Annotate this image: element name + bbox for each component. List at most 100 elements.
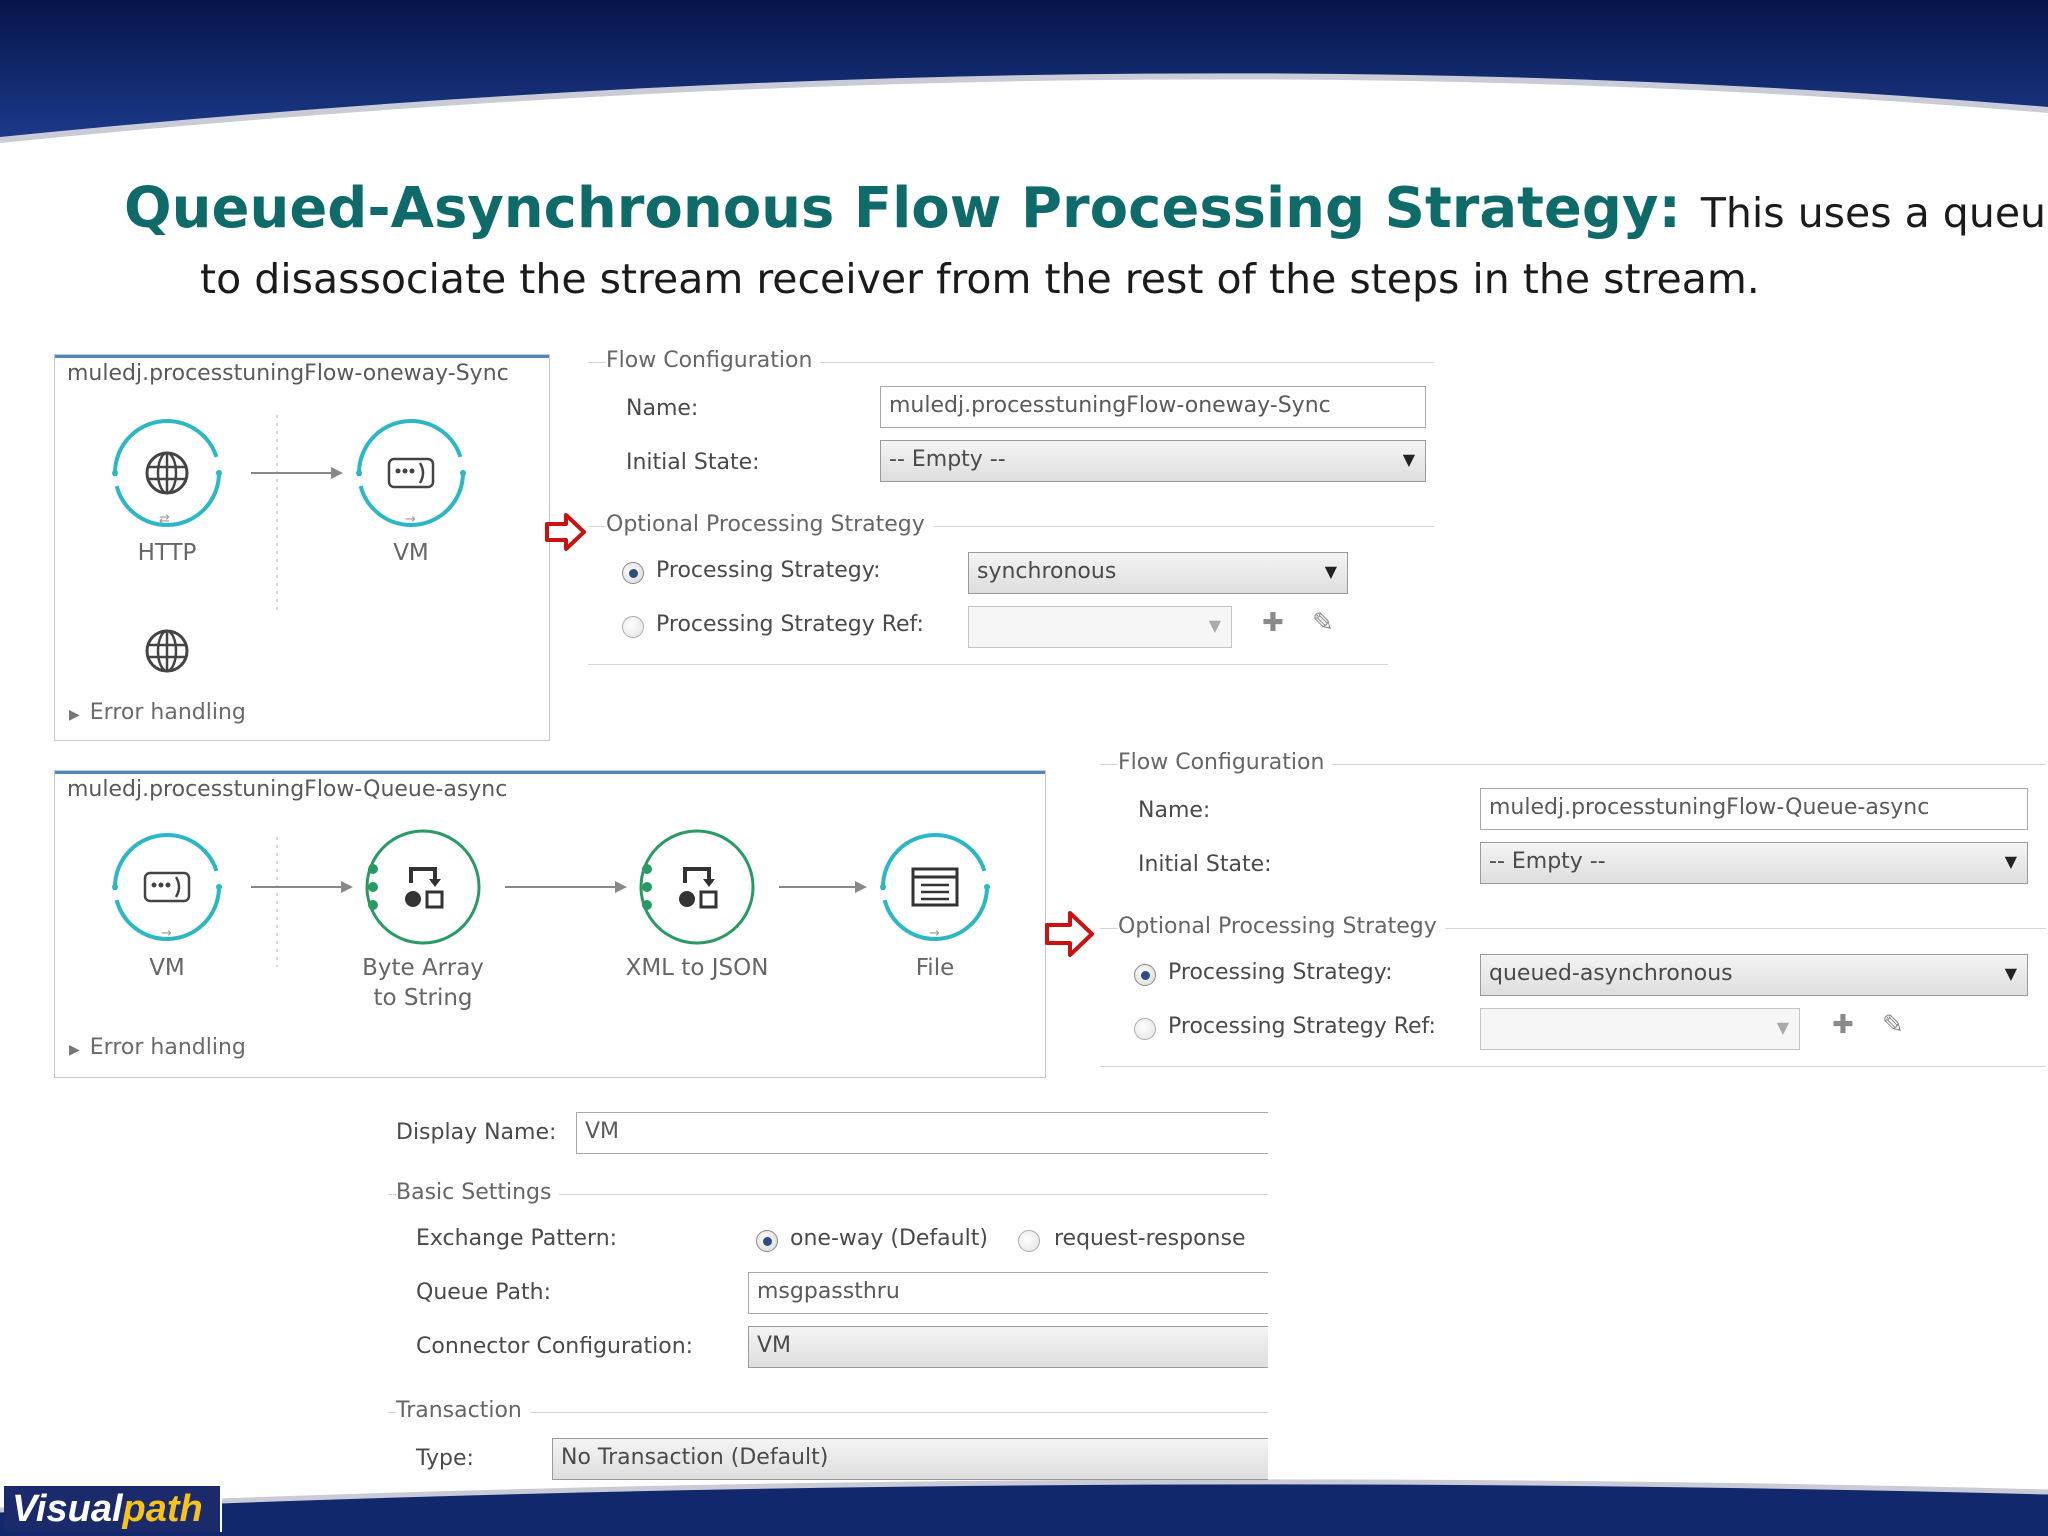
processing-strategy-label: Processing Strategy: [1168, 960, 1393, 985]
flow2-error-handling-label: Error handling [89, 1035, 246, 1060]
flow2-canvas: muledj.processtuningFlow-Queue-async → →… [54, 770, 1046, 1078]
processing-strategy-radio[interactable] [1134, 964, 1156, 986]
edit-icon[interactable]: ✎ [1882, 1010, 1904, 1040]
one-way-radio[interactable] [756, 1230, 778, 1252]
vm-properties-panel: Display Name: VM Basic Settings Exchange… [388, 1108, 1268, 1488]
pointer-arrow-2-icon [1045, 911, 1094, 957]
pointer-arrow-1-icon [545, 513, 586, 551]
vm-endpoint-icon [143, 871, 191, 903]
vm-node[interactable]: → [112, 833, 222, 941]
node-label-file: File [915, 955, 955, 981]
processing-strategy-value: synchronous [977, 559, 1117, 584]
display-name-label: Display Name: [396, 1120, 557, 1145]
visualpath-logo: Visualpath [4, 1484, 222, 1532]
globe-icon [145, 451, 189, 495]
basic-settings-title: Basic Settings [396, 1180, 560, 1205]
chevron-down-icon: ▼ [2004, 852, 2017, 871]
slide-title: Queued-Asynchronous Flow Processing Stra… [124, 176, 1681, 241]
add-icon[interactable]: ✚ [1832, 1010, 1854, 1040]
flow-config-title: Flow Configuration [1118, 750, 1333, 775]
node-label-vm: VM [149, 955, 185, 981]
processing-strategy-ref-select[interactable]: ▼ [968, 606, 1232, 648]
node-label-byte-array-to-string: Byte Array to String [362, 955, 484, 1011]
slide-heading: Queued-Asynchronous Flow Processing Stra… [124, 176, 2048, 312]
queue-path-label: Queue Path: [416, 1280, 552, 1305]
add-icon[interactable]: ✚ [1262, 608, 1284, 638]
chevron-down-icon: ▼ [1776, 1018, 1789, 1037]
slide-subtitle-part2: to disassociate the stream receiver from… [200, 255, 1760, 303]
flow2-name: muledj.processtuningFlow-Queue-async [67, 777, 508, 802]
name-label: Name: [1138, 798, 1211, 823]
flow2-error-handling-toggle[interactable]: ▶ Error handling [69, 1035, 246, 1060]
svg-text:→: → [929, 926, 940, 941]
flow-config-title: Flow Configuration [606, 348, 821, 373]
request-response-radio[interactable] [1018, 1230, 1040, 1252]
processing-strategy-value: queued-asynchronous [1489, 961, 1733, 986]
slide-subtitle-part1: This uses a queue [1700, 189, 2048, 237]
error-handling-globe-icon [145, 629, 189, 673]
name-label: Name: [626, 396, 699, 421]
processing-strategy-radio[interactable] [622, 562, 644, 584]
transaction-type-label: Type: [416, 1446, 474, 1471]
chevron-down-icon: ▼ [1324, 562, 1337, 581]
chevron-down-icon: ▼ [1208, 616, 1221, 635]
chevron-down-icon: ▼ [1402, 450, 1415, 469]
node-label-xml-to-json: XML to JSON [625, 955, 769, 981]
exchange-pattern-label: Exchange Pattern: [416, 1226, 618, 1251]
transformer-icon [679, 867, 718, 909]
processing-strategy-ref-radio[interactable] [1134, 1018, 1156, 1040]
queue-path-input[interactable]: msgpassthru [748, 1272, 1268, 1314]
expand-triangle-icon: ▶ [69, 707, 80, 723]
processing-strategy-ref-select[interactable]: ▼ [1480, 1008, 1800, 1050]
flow-name-input[interactable]: muledj.processtuningFlow-Queue-async [1480, 788, 2028, 830]
flow1-header-bar [55, 355, 549, 358]
connector-configuration-value: VM [757, 1333, 792, 1358]
http-node[interactable]: ⇄ [112, 419, 222, 527]
flow1-error-handling-label: Error handling [89, 700, 246, 725]
logo-text-visual: Visual [12, 1488, 123, 1530]
svg-text:→: → [405, 512, 416, 527]
initial-state-label: Initial State: [1138, 852, 1272, 877]
initial-state-select[interactable]: -- Empty -- ▼ [880, 440, 1426, 482]
edit-icon[interactable]: ✎ [1312, 608, 1334, 638]
transaction-title: Transaction [396, 1398, 530, 1423]
flow1-canvas: muledj.processtuningFlow-oneway-Sync ⇄ →… [54, 354, 550, 741]
processing-strategy-ref-label: Processing Strategy Ref: [1168, 1014, 1436, 1039]
flow1-configuration-panel: Flow Configuration Name: muledj.processt… [588, 346, 1438, 666]
node-label-http: HTTP [137, 540, 197, 566]
expand-triangle-icon: ▶ [69, 1042, 80, 1058]
svg-text:⇄: ⇄ [159, 512, 170, 527]
flow-name-input[interactable]: muledj.processtuningFlow-oneway-Sync [880, 386, 1426, 428]
flow1-error-handling-toggle[interactable]: ▶ Error handling [69, 700, 246, 725]
optional-ps-title: Optional Processing Strategy [1118, 914, 1445, 939]
config2-bottom-line [1100, 1066, 2046, 1067]
transaction-type-select[interactable]: No Transaction (Default) [552, 1438, 1268, 1480]
display-name-input[interactable]: VM [576, 1112, 1268, 1154]
one-way-option-label: one-way (Default) [790, 1226, 988, 1251]
transformer-icon [405, 867, 444, 909]
flow2-header-bar [55, 771, 1045, 774]
vm-node[interactable]: → [356, 419, 466, 527]
vm-endpoint-icon [387, 457, 435, 489]
initial-state-select[interactable]: -- Empty -- ▼ [1480, 842, 2028, 884]
file-endpoint-icon [911, 867, 959, 907]
flow2-configuration-panel: Flow Configuration Name: muledj.processt… [1100, 748, 2046, 1068]
transaction-type-value: No Transaction (Default) [561, 1445, 829, 1470]
byte-array-to-string-node[interactable] [365, 829, 481, 945]
file-node[interactable]: → [880, 833, 990, 941]
connector-configuration-select[interactable]: VM [748, 1326, 1268, 1368]
processing-strategy-ref-label: Processing Strategy Ref: [656, 612, 924, 637]
connector-configuration-label: Connector Configuration: [416, 1334, 694, 1359]
config1-bottom-line [588, 664, 1388, 665]
chevron-down-icon: ▼ [2004, 964, 2017, 983]
xml-to-json-node[interactable] [639, 829, 755, 945]
flow1-name: muledj.processtuningFlow-oneway-Sync [67, 361, 509, 386]
processing-strategy-ref-radio[interactable] [622, 616, 644, 638]
svg-text:→: → [161, 926, 172, 941]
logo-text-path: path [122, 1488, 203, 1530]
optional-ps-title: Optional Processing Strategy [606, 512, 933, 537]
processing-strategy-select[interactable]: queued-asynchronous ▼ [1480, 954, 2028, 996]
initial-state-value: -- Empty -- [1489, 849, 1606, 874]
initial-state-label: Initial State: [626, 450, 760, 475]
processing-strategy-select[interactable]: synchronous ▼ [968, 552, 1348, 594]
